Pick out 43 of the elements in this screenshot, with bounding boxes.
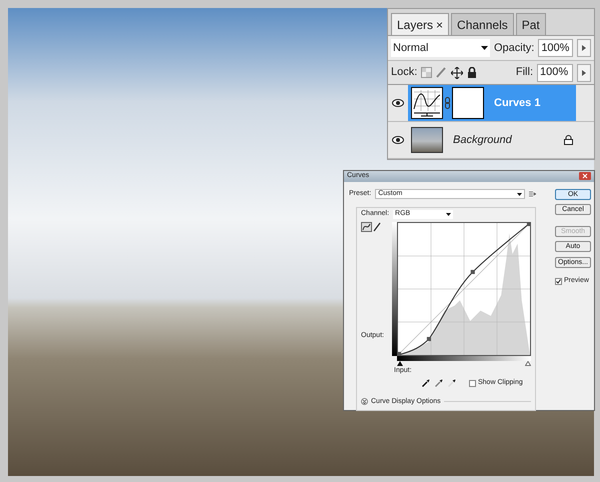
pencil-icon[interactable] bbox=[373, 222, 381, 232]
caret-icon bbox=[446, 212, 452, 216]
tab-label: Pat bbox=[522, 16, 540, 34]
close-icon[interactable] bbox=[579, 172, 591, 180]
eyedropper-icon[interactable] bbox=[448, 379, 456, 388]
preset-options-icon[interactable] bbox=[529, 191, 536, 197]
opacity-slider-button[interactable] bbox=[577, 39, 591, 57]
panel-tab[interactable]: Layers × bbox=[391, 13, 450, 35]
opacity-label: Opacity: bbox=[494, 40, 534, 56]
eye-icon bbox=[392, 136, 404, 144]
layer-name: Curves 1 bbox=[494, 96, 540, 111]
brush-icon[interactable] bbox=[436, 67, 448, 78]
curve-graph-drawing[interactable] bbox=[397, 222, 531, 356]
move-icon[interactable] bbox=[451, 66, 464, 78]
eyedropper-icon[interactable] bbox=[435, 379, 443, 388]
chain-link-icon bbox=[445, 97, 450, 109]
eye-icon bbox=[392, 99, 404, 107]
caret-icon bbox=[517, 192, 522, 196]
tab-label: Channels bbox=[457, 16, 508, 34]
fill-slider-button[interactable] bbox=[577, 64, 591, 82]
tab-close[interactable]: × bbox=[436, 16, 444, 34]
blend-mode-dropdown[interactable]: Normal bbox=[391, 39, 490, 57]
layer-name: Background bbox=[453, 132, 512, 148]
caret-icon bbox=[480, 46, 488, 50]
fill-field[interactable]: 100% bbox=[537, 64, 573, 82]
layer-mask-thumbnail bbox=[452, 87, 484, 119]
checkbox[interactable] bbox=[555, 278, 562, 285]
arrow-right-icon bbox=[582, 45, 586, 51]
panel-tab[interactable]: Channels bbox=[451, 13, 514, 35]
curve-tool-icon[interactable] bbox=[361, 222, 372, 232]
panel-tab[interactable]: Pat bbox=[516, 13, 546, 35]
fill-label: Fill: bbox=[516, 65, 533, 80]
curves-thumbnail-icon bbox=[411, 87, 443, 119]
tab-label: Layers bbox=[397, 16, 434, 34]
arrow-right-icon bbox=[582, 70, 586, 76]
checkmark-icon bbox=[556, 278, 561, 284]
lock-icon[interactable] bbox=[467, 67, 478, 78]
layer-row[interactable]: Background bbox=[408, 122, 576, 158]
checkbox[interactable] bbox=[469, 380, 476, 387]
expand-icon[interactable] bbox=[361, 398, 368, 406]
lock-label: Lock: bbox=[391, 65, 418, 80]
eyedropper-icon[interactable] bbox=[422, 379, 430, 388]
opacity-field[interactable]: 100% bbox=[538, 39, 574, 57]
